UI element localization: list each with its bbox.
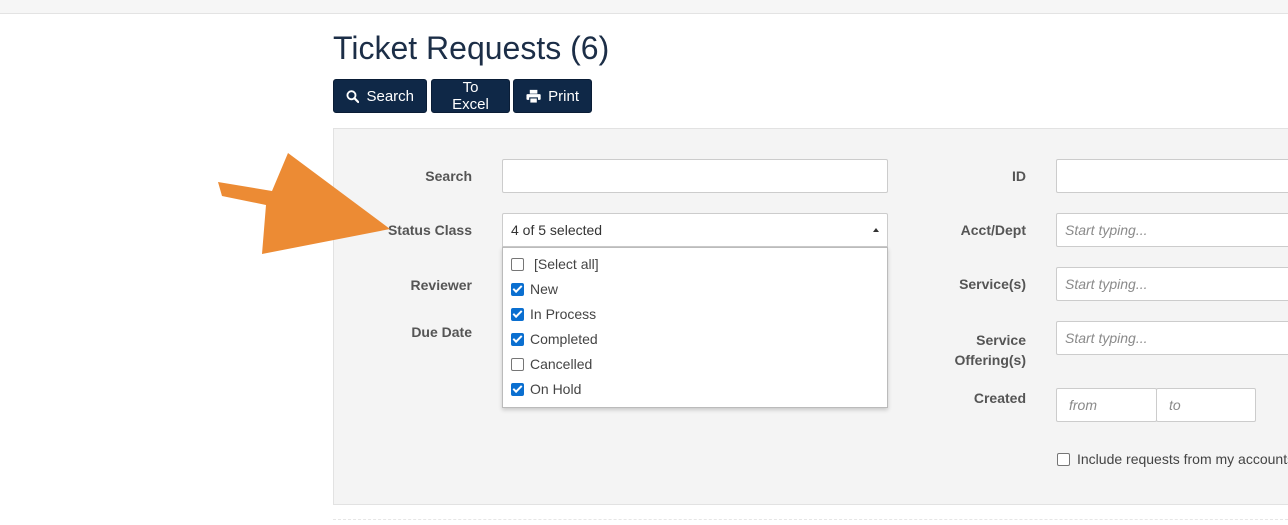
status-option-label: In Process: [530, 306, 597, 322]
status-option-completed[interactable]: Completed: [511, 328, 598, 350]
status-option-label: On Hold: [530, 381, 582, 397]
status-class-value: 4 of 5 selected: [511, 222, 603, 238]
status-option-select-all[interactable]: [Select all]: [511, 253, 599, 275]
reviewer-label: Reviewer: [410, 277, 472, 293]
include-my-accounts-option[interactable]: Include requests from my accounts: [1057, 451, 1288, 467]
annotation-arrow-icon: [218, 153, 390, 254]
status-option-label: [Select all]: [534, 256, 599, 272]
to-excel-button[interactable]: To Excel: [431, 79, 510, 113]
created-to-input[interactable]: [1156, 388, 1256, 422]
status-option-label: New: [530, 281, 559, 297]
status-option-label: Completed: [530, 331, 598, 347]
service-offerings-label: Service Offering(s): [954, 332, 1026, 368]
print-button[interactable]: Print: [513, 79, 592, 113]
status-class-dropdown: [Select all] New In Process Completed Ca…: [502, 247, 888, 408]
status-option-in-process[interactable]: In Process: [511, 303, 596, 325]
id-input[interactable]: [1056, 159, 1288, 193]
service-offerings-input[interactable]: [1056, 321, 1288, 355]
search-input[interactable]: [502, 159, 888, 193]
checkbox[interactable]: [511, 357, 524, 371]
status-option-on-hold[interactable]: On Hold: [511, 378, 581, 400]
acct-dept-label: Acct/Dept: [960, 222, 1026, 238]
checkbox[interactable]: [511, 307, 524, 321]
status-option-cancelled[interactable]: Cancelled: [511, 353, 592, 375]
created-from-input[interactable]: [1056, 388, 1157, 422]
due-date-label: Due Date: [411, 324, 472, 340]
status-option-new[interactable]: New: [511, 278, 558, 300]
to-excel-button-label: To Excel: [452, 79, 489, 113]
acct-dept-input[interactable]: [1056, 213, 1288, 247]
checkbox[interactable]: [511, 382, 524, 396]
created-label: Created: [973, 390, 1026, 406]
checkbox[interactable]: [511, 282, 524, 296]
printer-icon: [526, 89, 541, 104]
checkbox[interactable]: [511, 257, 524, 271]
caret-up-icon: [873, 228, 879, 232]
print-button-label: Print: [548, 87, 579, 105]
services-label: Service(s): [959, 276, 1026, 292]
status-class-select[interactable]: 4 of 5 selected: [502, 213, 888, 247]
divider: [333, 519, 1288, 520]
services-input[interactable]: [1056, 267, 1288, 301]
status-option-label: Cancelled: [530, 356, 593, 372]
include-my-accounts-checkbox[interactable]: [1057, 452, 1070, 466]
id-label: ID: [1012, 168, 1026, 184]
checkbox[interactable]: [511, 332, 524, 346]
include-my-accounts-label: Include requests from my accounts: [1077, 451, 1288, 467]
